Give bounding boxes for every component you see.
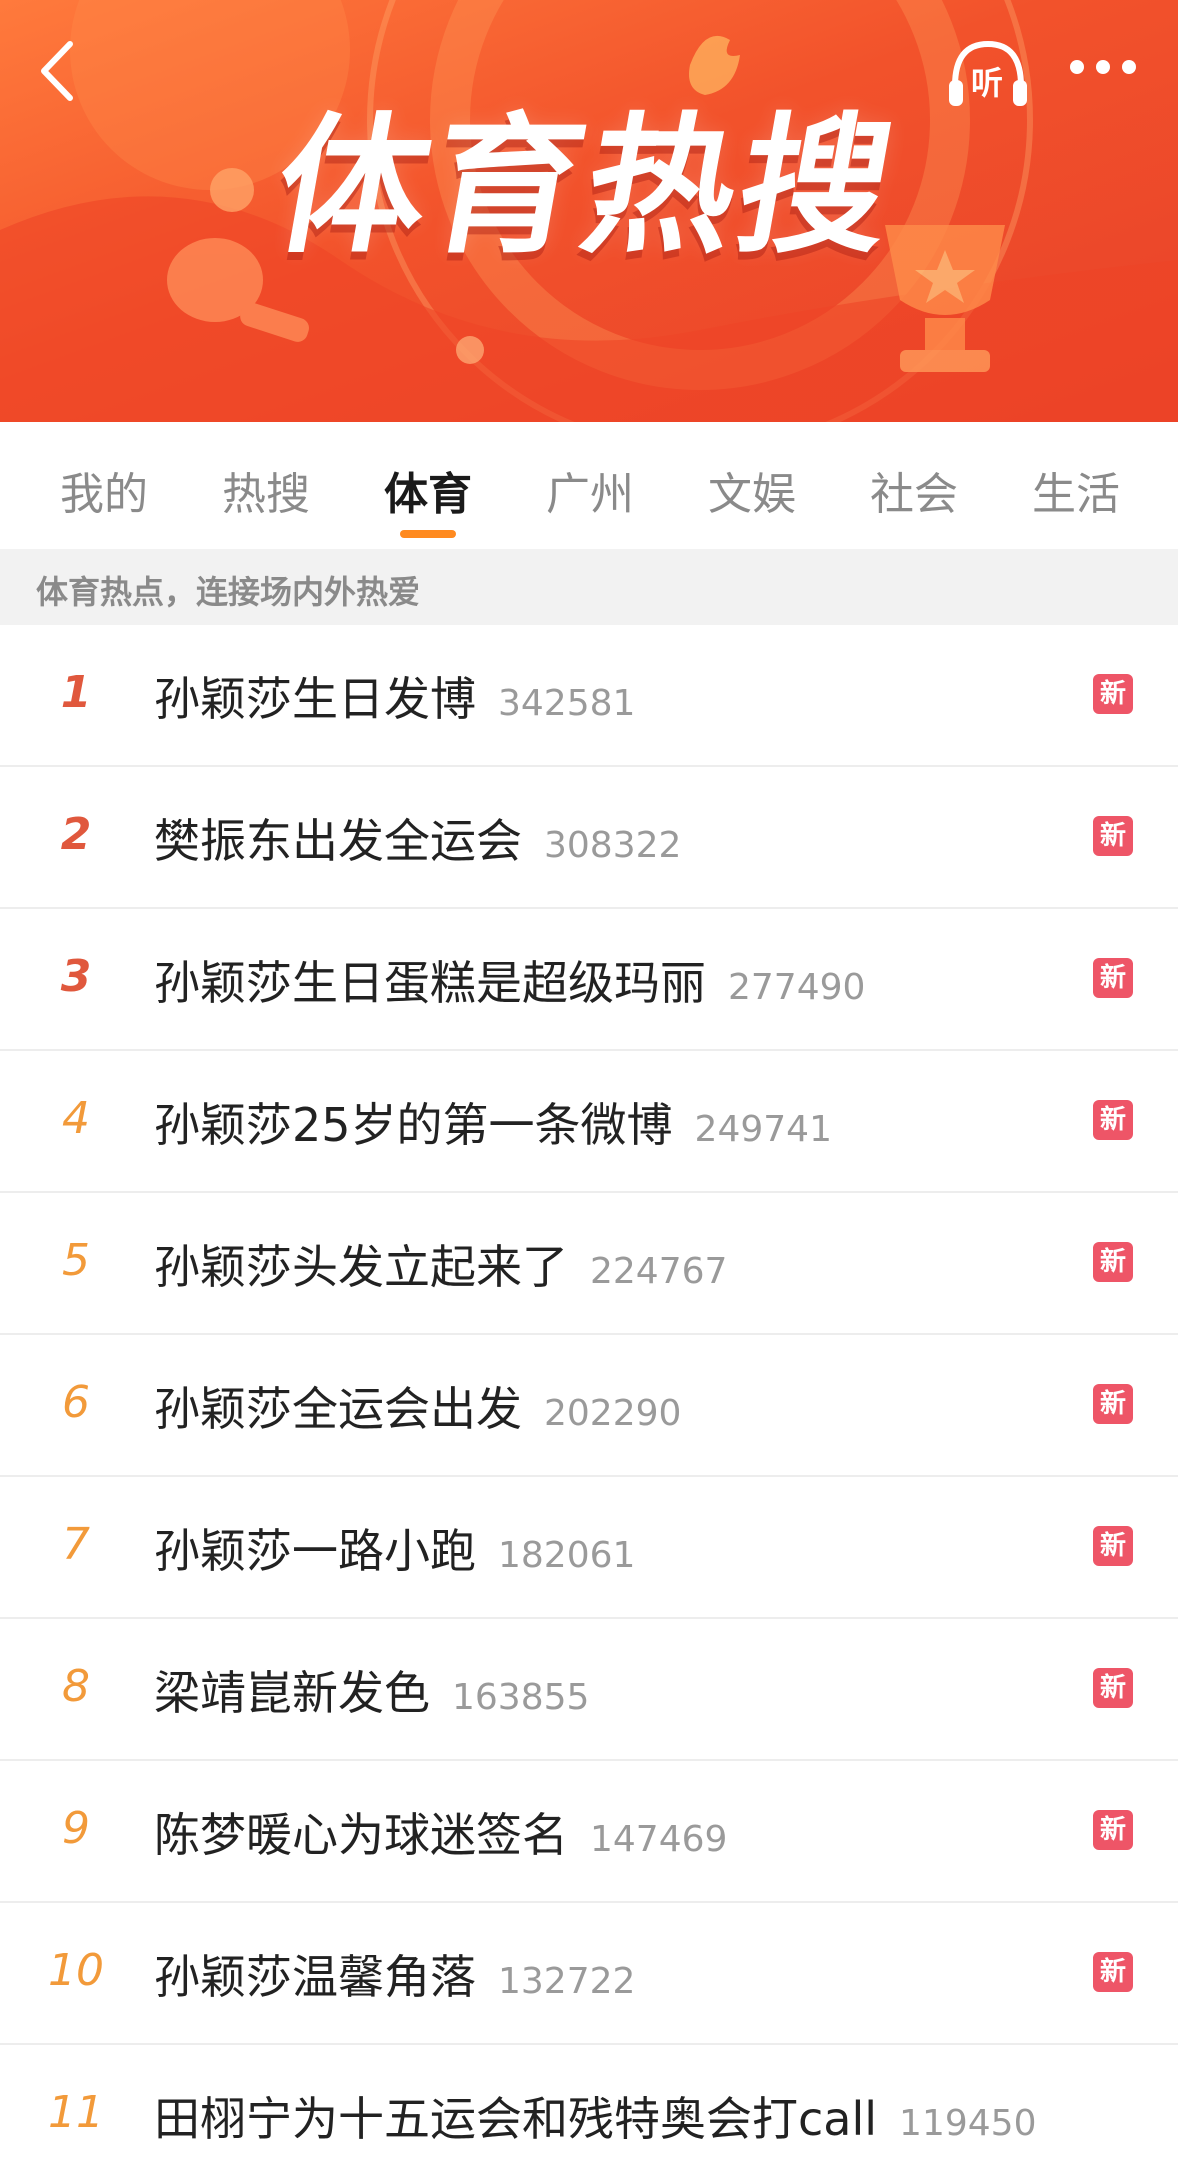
new-badge: 新	[1093, 1384, 1133, 1424]
rank-number: 10	[48, 1945, 104, 1996]
item-title: 樊振东出发全运会	[154, 814, 522, 868]
item-count: 202290	[544, 1393, 682, 1434]
list-item[interactable]: 11 田栩宁为十五运会和残特奥会打call 119450	[0, 2045, 1178, 2165]
list-item[interactable]: 3 孙颖莎生日蛋糕是超级玛丽 277490 新	[0, 909, 1178, 1051]
item-title: 孙颖莎温馨角落	[154, 1950, 476, 2004]
item-title: 孙颖莎生日发博	[154, 672, 476, 726]
item-title: 孙颖莎生日蛋糕是超级玛丽	[154, 956, 706, 1010]
rank-number: 8	[62, 1661, 90, 1712]
tab-mine[interactable]: 我的	[34, 458, 174, 522]
new-badge: 新	[1093, 1100, 1133, 1140]
new-badge: 新	[1093, 816, 1133, 856]
flame-icon	[689, 35, 740, 95]
item-count: 308322	[544, 825, 682, 866]
more-dot-icon	[1070, 60, 1084, 74]
new-badge: 新	[1093, 1526, 1133, 1566]
active-tab-indicator	[400, 530, 456, 538]
list-item[interactable]: 4 孙颖莎25岁的第一条微博 249741 新	[0, 1051, 1178, 1193]
back-button[interactable]	[34, 36, 94, 106]
rank-number: 5	[62, 1235, 90, 1286]
rank-number: 9	[62, 1803, 90, 1854]
chevron-left-icon	[41, 41, 73, 101]
list-item[interactable]: 10 孙颖莎温馨角落 132722 新	[0, 1903, 1178, 2045]
item-title: 孙颖莎一路小跑	[154, 1524, 476, 1578]
rank-number: 11	[48, 2087, 104, 2138]
item-count: 132722	[498, 1961, 636, 2002]
list-item[interactable]: 1 孙颖莎生日发博 342581 新	[0, 625, 1178, 767]
rank-number: 2	[60, 809, 92, 860]
item-title: 孙颖莎全运会出发	[154, 1382, 522, 1436]
page-title: 体育热搜	[262, 100, 910, 274]
more-options-button[interactable]	[1068, 56, 1140, 80]
rank-number: 7	[62, 1519, 90, 1570]
rank-number: 3	[60, 951, 92, 1002]
new-badge: 新	[1093, 674, 1133, 714]
tab-guangzhou[interactable]: 广州	[520, 458, 660, 522]
list-item[interactable]: 8 梁靖崑新发色 163855 新	[0, 1619, 1178, 1761]
item-title: 田栩宁为十五运会和残特奥会打call	[154, 2092, 878, 2146]
new-badge: 新	[1093, 958, 1133, 998]
item-count: 249741	[694, 1109, 832, 1150]
item-count: 224767	[590, 1251, 728, 1292]
item-title: 梁靖崑新发色	[154, 1666, 430, 1720]
more-dot-icon	[1096, 60, 1110, 74]
tab-hot-search[interactable]: 热搜	[196, 458, 336, 522]
item-title: 孙颖莎25岁的第一条微博	[154, 1098, 673, 1152]
tab-life[interactable]: 生活	[1006, 458, 1146, 522]
header-banner: 听 体育热搜	[0, 0, 1178, 422]
tab-society[interactable]: 社会	[844, 458, 984, 522]
item-count: 182061	[498, 1535, 636, 1576]
new-badge: 新	[1093, 1952, 1133, 1992]
tab-entertainment[interactable]: 文娱	[682, 458, 822, 522]
list-item[interactable]: 6 孙颖莎全运会出发 202290 新	[0, 1335, 1178, 1477]
new-badge: 新	[1093, 1810, 1133, 1850]
more-dot-icon	[1122, 60, 1136, 74]
listen-button[interactable]: 听	[945, 38, 1031, 110]
list-item[interactable]: 5 孙颖莎头发立起来了 224767 新	[0, 1193, 1178, 1335]
section-subtitle: 体育热点，连接场内外热爱	[36, 573, 421, 611]
category-tabs: 我的 热搜 体育 广州 文娱 社会 生活	[0, 422, 1178, 549]
item-count: 163855	[452, 1677, 590, 1718]
item-count: 342581	[498, 683, 636, 724]
list-item[interactable]: 7 孙颖莎一路小跑 182061 新	[0, 1477, 1178, 1619]
rank-number: 6	[62, 1377, 90, 1428]
rank-number: 4	[62, 1093, 90, 1144]
new-badge: 新	[1093, 1242, 1133, 1282]
item-count: 119450	[899, 2103, 1037, 2144]
item-title: 孙颖莎头发立起来了	[154, 1240, 568, 1294]
section-header: 体育热点，连接场内外热爱	[0, 549, 1178, 625]
new-badge: 新	[1093, 1668, 1133, 1708]
item-title: 陈梦暖心为球迷签名	[154, 1808, 568, 1862]
list-item[interactable]: 9 陈梦暖心为球迷签名 147469 新	[0, 1761, 1178, 1903]
hot-search-list: 1 孙颖莎生日发博 342581 新 2 樊振东出发全运会 308322 新 3 孙…	[0, 625, 1178, 2165]
listen-label: 听	[971, 64, 1004, 102]
item-count: 147469	[590, 1819, 728, 1860]
tab-sports[interactable]: 体育	[358, 458, 498, 522]
list-item[interactable]: 2 樊振东出发全运会 308322 新	[0, 767, 1178, 909]
rank-number: 1	[60, 667, 92, 718]
item-count: 277490	[728, 967, 866, 1008]
ball-icon	[210, 168, 254, 212]
